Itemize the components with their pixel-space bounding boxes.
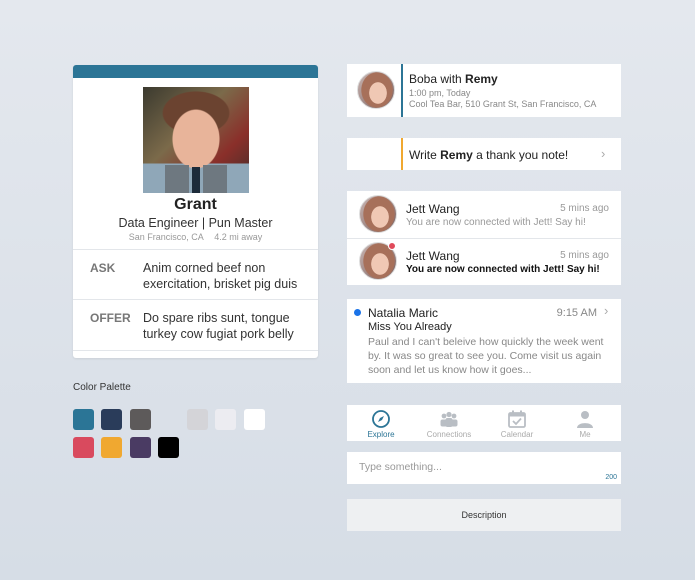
divider <box>73 249 318 250</box>
chevron-right-icon: › <box>601 146 606 161</box>
note-accent-bar <box>401 138 403 170</box>
description-button[interactable]: Description <box>347 499 621 531</box>
tab-calendar[interactable]: Calendar <box>483 405 551 441</box>
event-title: Boba with Remy <box>409 72 498 86</box>
divider <box>73 299 318 300</box>
calendar-icon <box>508 410 526 428</box>
notification-time: 9:15 AM <box>556 307 597 319</box>
note-text: Write Remy a thank you note! <box>409 148 568 162</box>
unread-indicator <box>388 242 396 250</box>
message-input[interactable] <box>359 461 589 473</box>
notification-item[interactable]: Natalia Maric 9:15 AM › Miss You Already… <box>347 299 621 383</box>
message-list: Jett Wang 5 mins ago You are now connect… <box>347 191 621 285</box>
tab-explore[interactable]: Explore <box>347 405 415 441</box>
profile-card: Grant Data Engineer | Pun Master San Fra… <box>73 65 318 358</box>
text-input-box: 200 <box>347 452 621 484</box>
event-title-prefix: Boba with <box>409 72 466 86</box>
message-sender: Jett Wang <box>406 249 460 263</box>
person-icon <box>577 411 593 428</box>
tab-bar: Explore Connections Calendar Me <box>347 405 621 441</box>
list-item[interactable]: Jett Wang 5 mins ago You are now connect… <box>347 238 621 285</box>
note-prefix: Write <box>409 148 441 162</box>
notification-sender: Natalia Maric <box>368 306 439 320</box>
color-swatch[interactable] <box>73 437 94 458</box>
profile-location: San Francisco, CA <box>128 232 204 242</box>
offer-text: Do spare ribs sunt, tongue turkey cow fu… <box>143 311 294 341</box>
tab-label: Me <box>579 430 591 439</box>
notification-body: Paul and I can't beleive how quickly the… <box>368 336 604 376</box>
avatar <box>357 71 395 109</box>
profile-header-bar <box>73 65 318 78</box>
palette-label: Color Palette <box>73 382 131 393</box>
event-title-name: Remy <box>465 72 498 86</box>
color-swatch[interactable] <box>130 409 151 430</box>
people-icon <box>440 411 458 427</box>
message-sender: Jett Wang <box>406 202 460 216</box>
divider <box>73 350 318 351</box>
event-place: Cool Tea Bar, 510 Grant St, San Francisc… <box>409 99 597 109</box>
compass-icon <box>372 410 390 428</box>
profile-photo <box>143 87 249 193</box>
tab-me[interactable]: Me <box>551 405 619 441</box>
profile-name: Grant <box>174 196 217 213</box>
avatar <box>359 195 397 233</box>
color-swatch[interactable] <box>73 409 94 430</box>
tab-connections[interactable]: Connections <box>415 405 483 441</box>
ask-label: ASK <box>90 261 116 275</box>
tab-label: Connections <box>426 430 472 439</box>
note-name: Remy <box>440 148 473 162</box>
offer-label: OFFER <box>90 311 131 325</box>
color-swatch[interactable] <box>101 409 122 430</box>
color-swatch[interactable] <box>130 437 151 458</box>
message-preview: You are now connected with Jett! Say hi! <box>406 264 600 275</box>
profile-distance: 4.2 mi away <box>214 232 263 242</box>
list-item[interactable]: Jett Wang 5 mins ago You are now connect… <box>347 191 621 238</box>
message-preview: You are now connected with Jett! Say hi! <box>406 217 586 228</box>
profile-location-line: San Francisco, CA 4.2 mi away <box>73 232 318 242</box>
event-card[interactable]: Boba with Remy 1:00 pm, Today Cool Tea B… <box>347 64 621 117</box>
tab-label: Explore <box>367 430 395 439</box>
tab-label: Calendar <box>500 430 534 439</box>
event-accent-bar <box>401 64 403 117</box>
chevron-right-icon: › <box>604 303 609 318</box>
note-suffix: a thank you note! <box>472 148 569 162</box>
color-swatch[interactable] <box>101 437 122 458</box>
notification-subject: Miss You Already <box>368 321 452 333</box>
character-counter: 200 <box>605 474 617 481</box>
event-time: 1:00 pm, Today <box>409 88 471 98</box>
message-time: 5 mins ago <box>560 250 609 261</box>
profile-title: Data Engineer | Pun Master <box>118 216 273 230</box>
color-swatch[interactable] <box>187 409 208 430</box>
message-time: 5 mins ago <box>560 203 609 214</box>
color-swatch[interactable] <box>244 409 265 430</box>
color-swatch[interactable] <box>215 409 236 430</box>
color-swatch[interactable] <box>158 437 179 458</box>
ask-text: Anim corned beef non exercitation, brisk… <box>143 261 298 291</box>
unread-dot <box>354 309 361 316</box>
thank-you-note-card[interactable]: Write Remy a thank you note! › <box>347 138 621 170</box>
